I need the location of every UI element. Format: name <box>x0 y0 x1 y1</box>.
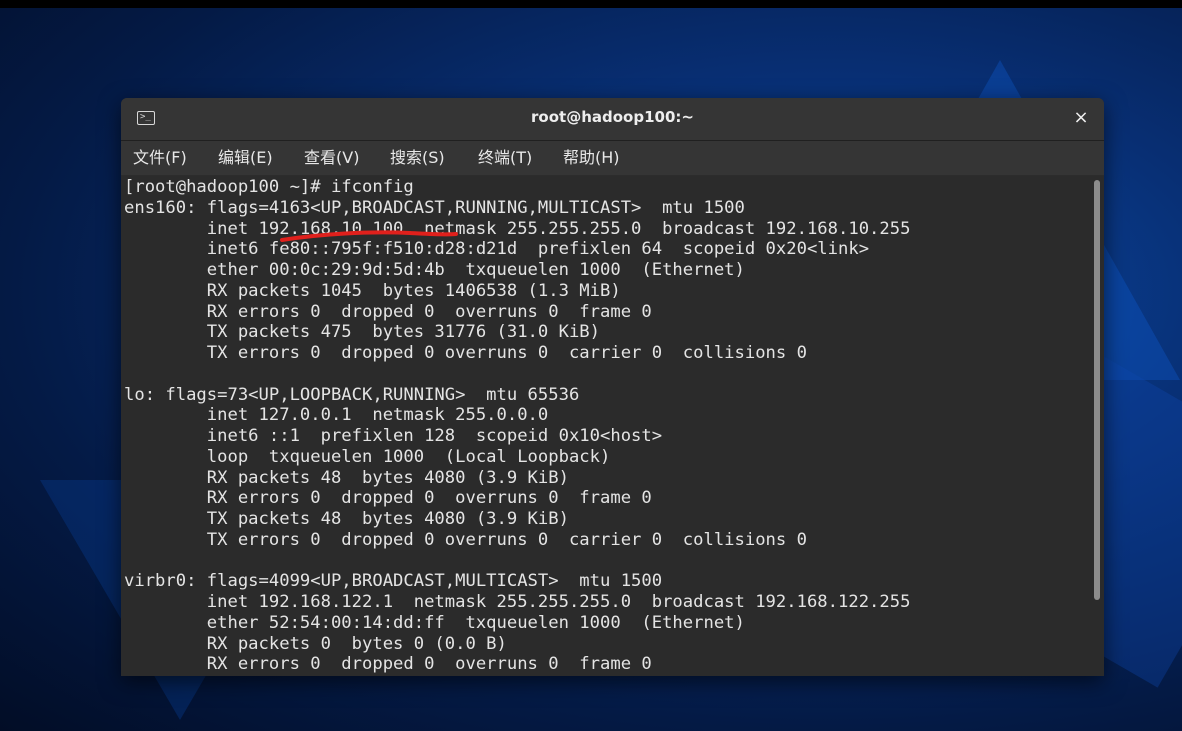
menu-search[interactable]: 搜索(S) <box>390 147 445 169</box>
menu-view[interactable]: 查看(V) <box>304 147 359 169</box>
close-button[interactable]: × <box>1071 107 1091 129</box>
terminal-line: ether 52:54:00:14:dd:ff txqueuelen 1000 … <box>124 612 745 633</box>
terminal-line: inet6 fe80::795f:f510:d28:d21d prefixlen… <box>124 239 870 260</box>
terminal-line: TX packets 48 bytes 4080 (3.9 KiB) <box>124 509 569 529</box>
terminal-line: RX packets 1045 bytes 1406538 (1.3 MiB) <box>124 280 621 301</box>
top-panel <box>0 0 1182 8</box>
terminal-line: RX errors 0 dropped 0 overruns 0 frame 0 <box>124 301 652 322</box>
terminal-line: RX packets 48 bytes 4080 (3.9 KiB) <box>124 467 569 488</box>
window-title: root@hadoop100:~ <box>531 108 694 126</box>
terminal-line: TX errors 0 dropped 0 overruns 0 carrier… <box>124 529 807 550</box>
menu-edit[interactable]: 编辑(E) <box>218 147 273 169</box>
menu-terminal[interactable]: 终端(T) <box>478 147 532 169</box>
scrollbar-thumb[interactable] <box>1094 180 1100 600</box>
terminal-output[interactable]: [root@hadoop100 ~]# ifconfig ens160: fla… <box>121 176 1089 676</box>
terminal-line: TX packets 475 bytes 31776 (31.0 KiB) <box>124 322 600 343</box>
menu-help[interactable]: 帮助(H) <box>563 147 620 169</box>
terminal-line: inet6 ::1 prefixlen 128 scopeid 0x10<hos… <box>124 426 663 446</box>
terminal-line: lo: flags=73<UP,LOOPBACK,RUNNING> mtu 65… <box>124 384 580 405</box>
terminal-line: [root@hadoop100 ~]# ifconfig <box>124 177 414 197</box>
terminal-line: RX errors 0 dropped 0 overruns 0 frame 0 <box>124 654 652 675</box>
menu-file[interactable]: 文件(F) <box>133 147 187 169</box>
terminal-line: ether 00:0c:29:9d:5d:4b txqueuelen 1000 … <box>124 260 745 280</box>
scrollbar[interactable] <box>1089 176 1104 676</box>
terminal-line: virbr0: flags=4099<UP,BROADCAST,MULTICAS… <box>124 571 663 592</box>
terminal-line: loop txqueuelen 1000 (Local Loopback) <box>124 446 611 467</box>
window-titlebar[interactable]: >_ root@hadoop100:~ × <box>121 98 1104 141</box>
menu-bar: 文件(F) 编辑(E) 查看(V) 搜索(S) 终端(T) 帮助(H) <box>121 141 1104 175</box>
terminal-line: inet 127.0.0.1 netmask 255.0.0.0 <box>124 405 549 426</box>
annotation-underline <box>280 230 458 242</box>
terminal-line: inet 192.168.122.1 netmask 255.255.255.0… <box>124 592 911 612</box>
terminal-line: ens160: flags=4163<UP,BROADCAST,RUNNING,… <box>124 197 745 218</box>
terminal-window: >_ root@hadoop100:~ × 文件(F) 编辑(E) 查看(V) … <box>121 98 1104 676</box>
terminal-line: RX packets 0 bytes 0 (0.0 B) <box>124 633 507 654</box>
terminal-line: inet 192.168.10.100 netmask 255.255.255.… <box>124 218 911 239</box>
terminal-line: TX errors 0 dropped 0 overruns 0 carrier… <box>124 343 807 363</box>
terminal-text[interactable]: [root@hadoop100 ~]# ifconfig ens160: fla… <box>124 177 910 675</box>
terminal-line: RX errors 0 dropped 0 overruns 0 frame 0 <box>124 488 652 509</box>
